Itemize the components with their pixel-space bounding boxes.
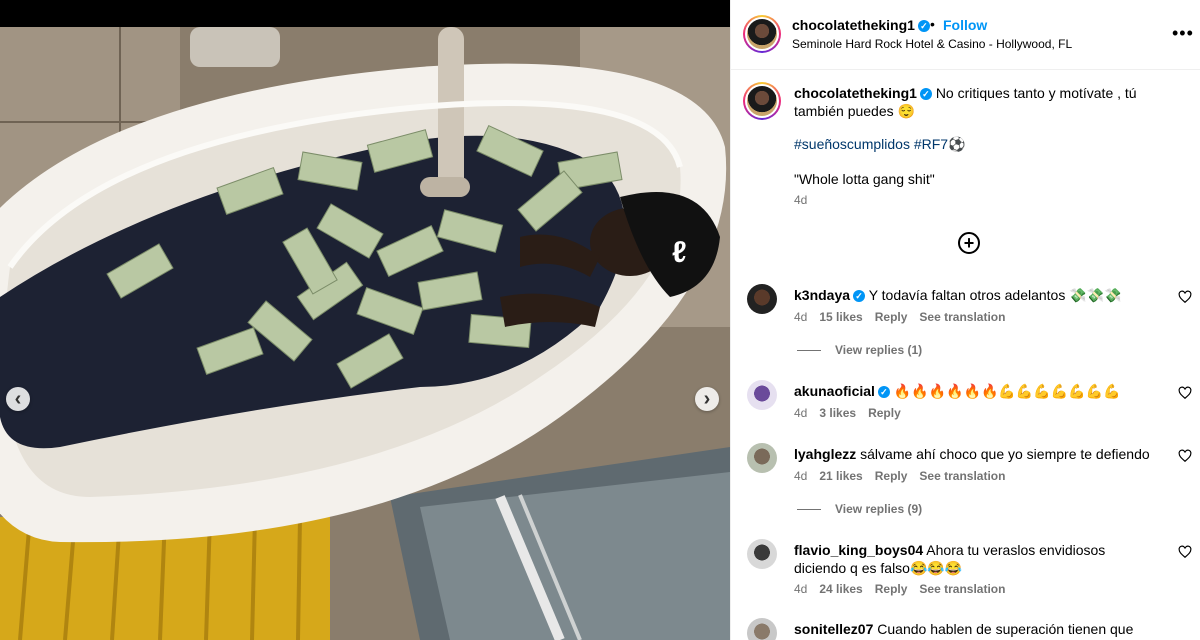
see-translation-button[interactable]: See translation: [919, 582, 1005, 596]
comment-avatar[interactable]: [747, 618, 777, 640]
comment-meta: 4d 24 likes Reply See translation: [794, 582, 1005, 596]
heart-icon[interactable]: [1178, 386, 1192, 400]
load-more-comments-button[interactable]: +: [958, 232, 980, 254]
see-translation-button[interactable]: See translation: [919, 469, 1005, 483]
comment-time[interactable]: 4d: [794, 310, 807, 324]
reply-button[interactable]: Reply: [868, 406, 901, 420]
comment-text: Cuando hablen de superación tienen que: [877, 621, 1134, 637]
comment-avatar[interactable]: [747, 539, 777, 569]
comment-time[interactable]: 4d: [794, 469, 807, 483]
author-username[interactable]: chocolatetheking1 ✓: [792, 17, 930, 33]
comment-likes[interactable]: 3 likes: [819, 406, 856, 420]
next-image-button[interactable]: ›: [695, 387, 719, 411]
previous-image-button[interactable]: ‹: [6, 387, 30, 411]
post-side-panel: chocolatetheking1 ✓ • Follow Seminole Har…: [730, 0, 1200, 640]
comment-time[interactable]: 4d: [794, 406, 807, 420]
comment-meta: 4d 15 likes Reply See translation: [794, 310, 1005, 324]
comment-likes[interactable]: 15 likes: [819, 310, 862, 324]
comment-avatar[interactable]: [747, 380, 777, 410]
comment-avatar[interactable]: [747, 284, 777, 314]
media-top-bar: [0, 0, 730, 27]
post-timestamp[interactable]: 4d: [794, 193, 807, 207]
post-header: chocolatetheking1 ✓ • Follow Seminole Har…: [731, 0, 1200, 70]
reply-button[interactable]: Reply: [875, 469, 908, 483]
comment-meta: 4d 21 likes Reply See translation: [794, 469, 1005, 483]
caption-quote: "Whole lotta gang shit": [794, 171, 935, 187]
reply-button[interactable]: Reply: [875, 582, 908, 596]
caption-username[interactable]: chocolatetheking1: [794, 85, 917, 101]
comment-text-block: lyahglezz sálvame ahí choco que yo siemp…: [794, 445, 1154, 463]
verified-badge-icon: ✓: [917, 20, 930, 33]
follow-button[interactable]: Follow: [943, 17, 987, 33]
caption-hashtags[interactable]: #sueñoscumplidos #RF7⚽: [794, 136, 966, 153]
comment-text: Y todavía faltan otros adelantos 💸💸💸: [868, 287, 1122, 303]
author-username-text[interactable]: chocolatetheking1: [792, 17, 915, 33]
comment-text: 🔥🔥🔥🔥🔥🔥💪💪💪💪💪💪💪: [893, 383, 1121, 399]
comment-time[interactable]: 4d: [794, 582, 807, 596]
plus-circle-icon: +: [963, 233, 975, 253]
heart-icon[interactable]: [1178, 545, 1192, 559]
comment-likes[interactable]: 24 likes: [819, 582, 862, 596]
author-avatar[interactable]: [743, 15, 781, 53]
verified-badge-icon: ✓: [853, 290, 866, 303]
comment-meta: 4d 3 likes Reply: [794, 406, 901, 420]
view-replies-button[interactable]: View replies (1): [797, 343, 922, 357]
svg-text:ℓ: ℓ: [672, 236, 687, 269]
chevron-left-icon: ‹: [14, 388, 22, 410]
post-media: ℓ ‹ ›: [0, 0, 730, 640]
heart-icon[interactable]: [1178, 290, 1192, 304]
comment-text: sálvame ahí choco que yo siempre te defi…: [860, 446, 1150, 462]
comment-username[interactable]: k3ndaya: [794, 287, 850, 303]
comment-text-block: k3ndaya ✓ Y todavía faltan otros adelanto…: [794, 286, 1154, 304]
comment-text-block: flavio_king_boys04 Ahora tu veraslos env…: [794, 541, 1154, 577]
replies-line: [797, 508, 821, 510]
comment-avatar[interactable]: [747, 443, 777, 473]
view-replies-button[interactable]: View replies (9): [797, 502, 922, 516]
caption-author-avatar[interactable]: [743, 82, 781, 120]
more-options-icon[interactable]: •••: [1172, 23, 1194, 44]
chevron-right-icon: ›: [703, 388, 711, 410]
view-replies-label[interactable]: View replies (1): [835, 343, 922, 357]
comment-username[interactable]: akunaoficial: [794, 383, 875, 399]
view-replies-label[interactable]: View replies (9): [835, 502, 922, 516]
post-location[interactable]: Seminole Hard Rock Hotel & Casino - Holl…: [792, 37, 1072, 51]
verified-badge-icon: ✓: [919, 88, 932, 101]
reply-button[interactable]: Reply: [875, 310, 908, 324]
verified-badge-icon: ✓: [877, 386, 890, 399]
comment-likes[interactable]: 21 likes: [819, 469, 862, 483]
post-photo: ℓ: [0, 27, 730, 640]
comment-username[interactable]: sonitellez07: [794, 621, 873, 637]
comment-text-block: sonitellez07 Cuando hablen de superación…: [794, 620, 1154, 638]
see-translation-button[interactable]: See translation: [919, 310, 1005, 324]
comment-username[interactable]: flavio_king_boys04: [794, 542, 923, 558]
comment-username[interactable]: lyahglezz: [794, 446, 856, 462]
separator-dot: •: [930, 16, 935, 32]
heart-icon[interactable]: [1178, 449, 1192, 463]
replies-line: [797, 349, 821, 351]
comment-text-block: akunaoficial ✓ 🔥🔥🔥🔥🔥🔥💪💪💪💪💪💪💪: [794, 382, 1154, 400]
caption-text-block: chocolatetheking1 ✓ No critiques tanto y …: [794, 84, 1154, 120]
